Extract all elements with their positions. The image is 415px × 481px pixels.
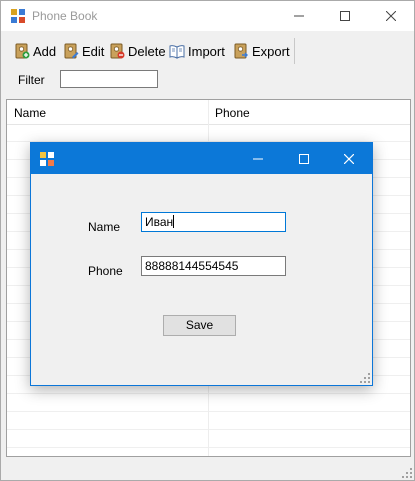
minimize-icon xyxy=(294,15,304,17)
maximize-icon xyxy=(299,153,309,164)
dialog-close-button[interactable] xyxy=(326,143,372,174)
dialog-maximize-button[interactable] xyxy=(281,143,327,174)
dialog-title-bar[interactable] xyxy=(31,143,372,174)
filter-input[interactable] xyxy=(60,70,158,88)
maximize-icon xyxy=(340,11,350,21)
add-label: Add xyxy=(33,43,57,59)
minimize-icon xyxy=(253,158,263,159)
phone-label: Phone xyxy=(88,264,123,278)
export-button[interactable]: Export xyxy=(233,41,290,61)
name-value: Иван xyxy=(145,215,174,229)
import-icon xyxy=(169,45,185,59)
add-icon xyxy=(15,43,30,59)
column-header-name[interactable]: Name xyxy=(7,100,208,124)
window-title: Phone Book xyxy=(32,9,98,23)
maximize-button[interactable] xyxy=(322,1,368,31)
resize-grip-icon[interactable] xyxy=(402,468,412,478)
edit-icon xyxy=(64,43,79,59)
edit-label: Edit xyxy=(82,43,105,59)
dialog-resize-grip-icon[interactable] xyxy=(360,373,370,383)
export-label: Export xyxy=(252,43,290,59)
status-bar xyxy=(1,462,414,480)
minimize-button[interactable] xyxy=(276,1,322,31)
import-button[interactable]: Import xyxy=(169,41,225,61)
save-button[interactable]: Save xyxy=(163,315,236,336)
contact-dialog: Name Иван Phone 88888144554545 Save xyxy=(30,142,373,386)
close-button[interactable] xyxy=(368,1,414,31)
delete-button[interactable]: Delete xyxy=(109,41,166,61)
phone-value: 88888144554545 xyxy=(145,259,239,273)
filter-label: Filter xyxy=(18,73,45,87)
delete-icon xyxy=(110,43,125,59)
name-label: Name xyxy=(88,220,121,234)
title-bar[interactable]: Phone Book xyxy=(1,1,414,31)
close-icon xyxy=(344,153,354,164)
toolbar-strip: Add Edit Delete Import Export xyxy=(6,38,295,64)
close-icon xyxy=(386,11,396,21)
phone-field[interactable]: 88888144554545 xyxy=(141,256,286,276)
dialog-minimize-button[interactable] xyxy=(235,143,281,174)
delete-label: Delete xyxy=(128,43,166,59)
dialog-app-icon xyxy=(40,152,54,166)
column-header-phone[interactable]: Phone xyxy=(208,100,410,124)
export-icon xyxy=(234,43,248,59)
name-field[interactable]: Иван xyxy=(141,212,286,232)
import-label: Import xyxy=(188,43,225,59)
app-icon xyxy=(11,9,25,23)
toolbar: Add Edit Delete Import Export xyxy=(1,38,414,64)
edit-button[interactable]: Edit xyxy=(63,41,104,61)
add-button[interactable]: Add xyxy=(14,41,56,61)
text-caret xyxy=(173,215,175,228)
